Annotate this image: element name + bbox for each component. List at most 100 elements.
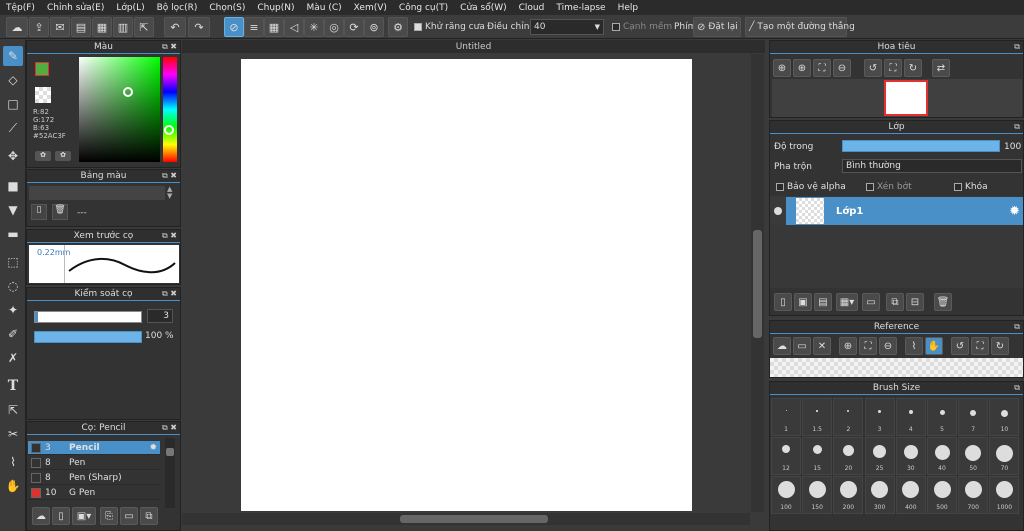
lasso-tool-icon[interactable]: ◌ [3, 276, 23, 296]
menu-layer[interactable]: Lớp(L) [116, 3, 144, 13]
select-rect-tool-icon[interactable]: ⬚ [3, 252, 23, 272]
vertical-scroll-thumb[interactable] [753, 230, 762, 338]
soft-edge-toggle[interactable]: Cạnh mềm [612, 19, 672, 35]
fit-icon[interactable]: ⛶ [813, 59, 831, 77]
palette-mix-icon[interactable]: ✿ [55, 151, 71, 161]
protect-alpha-toggle[interactable]: Bảo vệ alpha [776, 182, 846, 192]
snap-vanish-icon[interactable]: ⊚ [364, 17, 384, 37]
rect-tool-icon[interactable]: □ [3, 94, 23, 114]
brush-size-cell[interactable]: 4 [895, 398, 926, 436]
brush-size-cell[interactable]: 40 [927, 437, 957, 475]
new-layer-3-icon[interactable]: ▤ [814, 293, 832, 311]
fit-screen-icon[interactable]: ⛶ [971, 337, 989, 355]
brush-size-cell[interactable]: 300 [864, 476, 895, 514]
antialias-checkbox[interactable] [414, 23, 422, 31]
copy-brush-icon[interactable]: ⎘ [100, 507, 118, 525]
brush-size-cell[interactable]: 1000 [989, 476, 1020, 514]
rotate-left-icon[interactable]: ↺ [864, 59, 882, 77]
menu-cloud[interactable]: Cloud [519, 3, 545, 13]
snap-off-icon[interactable]: ⊘ [224, 17, 244, 37]
transparent-swatch[interactable] [35, 87, 51, 103]
menu-tools[interactable]: Công cụ(T) [399, 3, 448, 13]
select-eraser-tool-icon[interactable]: ✗ [3, 348, 23, 368]
close-icon[interactable]: ✕ [813, 337, 831, 355]
snap-radial-icon[interactable]: ✳ [304, 17, 324, 37]
menu-edit[interactable]: Chỉnh sửa(E) [47, 3, 104, 13]
gear-icon[interactable]: ✹ [149, 443, 157, 453]
eraser-tool-icon[interactable]: ◇ [3, 70, 23, 90]
cloud-brush-icon[interactable]: ☁ [32, 507, 50, 525]
gear-icon[interactable]: ✹ [1009, 204, 1020, 219]
brush-size-cell[interactable]: 70 [989, 437, 1020, 475]
brush-item[interactable]: 3 Pencil ✹ [28, 441, 160, 455]
panel-float-icon[interactable]: ⧉ [1014, 42, 1020, 52]
menu-help[interactable]: Help [618, 3, 639, 13]
brush-size-cell[interactable]: 30 [895, 437, 926, 475]
horizontal-scroll-thumb[interactable] [400, 515, 548, 523]
rotate-right-icon[interactable]: ↻ [991, 337, 1009, 355]
menu-timelapse[interactable]: Time-lapse [556, 3, 605, 13]
snap-settings-icon[interactable]: ⚙ [388, 17, 408, 37]
folder-icon[interactable]: ▭ [120, 507, 138, 525]
reference-canvas[interactable] [770, 358, 1023, 377]
brush-opacity-slider[interactable] [34, 331, 142, 343]
move-tool-icon[interactable]: ✥ [3, 146, 23, 166]
menu-select[interactable]: Chọn(S) [209, 3, 245, 13]
scroll-thumb[interactable] [166, 448, 174, 456]
clipping-toggle[interactable]: Xén bớt [866, 182, 912, 192]
navigator-preview[interactable] [772, 79, 1022, 117]
divide-tool-icon[interactable]: ✂ [3, 424, 23, 444]
brush-size-cell[interactable]: 700 [958, 476, 989, 514]
panel-close-icon[interactable]: ⧉ ✖ [162, 42, 177, 52]
soft-edge-checkbox[interactable] [612, 23, 620, 31]
foreground-color-swatch[interactable] [35, 62, 49, 76]
snap-grid-icon[interactable]: ▦ [264, 17, 284, 37]
zoom-out-icon[interactable]: ⊖ [879, 337, 897, 355]
fit-screen-icon[interactable]: ⛶ [884, 59, 902, 77]
canvas-tab[interactable]: Untitled [182, 40, 765, 53]
antialias-toggle[interactable]: Khử răng cưa [414, 19, 485, 35]
brush-size-cell[interactable]: 25 [864, 437, 895, 475]
rotate-left-icon[interactable]: ↺ [951, 337, 969, 355]
menu-color[interactable]: Màu (C) [307, 3, 342, 13]
new-layer-icon[interactable]: ▯ [774, 293, 792, 311]
layer-opacity-slider[interactable] [842, 140, 1000, 152]
brush-size-cell[interactable]: 1.5 [802, 398, 833, 436]
brush-add-dropdown-icon[interactable]: ▣▾ [72, 507, 96, 525]
adjust-dropdown[interactable]: 40 ▼ [530, 19, 604, 35]
zoom-in-icon[interactable]: ⊕ [773, 59, 791, 77]
flip-icon[interactable]: ⇄ [932, 59, 950, 77]
snap-perspective-icon[interactable]: ◁ [284, 17, 304, 37]
panel-close-icon[interactable]: ⧉ ✖ [162, 231, 177, 241]
panel-close-icon[interactable]: ⧉ ✖ [162, 171, 177, 181]
redo-icon[interactable]: ↷ [188, 17, 210, 37]
menu-file[interactable]: Tệp(F) [6, 3, 35, 13]
brush-size-cell[interactable]: 50 [958, 437, 989, 475]
snap-parallel-icon[interactable]: ≡ [244, 17, 264, 37]
palette-add-icon[interactable]: ✿ [35, 151, 51, 161]
menu-view[interactable]: Xem(V) [354, 3, 387, 13]
horizontal-scrollbar[interactable] [182, 513, 750, 525]
visibility-column[interactable] [770, 197, 786, 225]
brush-list-scrollbar[interactable] [165, 438, 175, 508]
brush-item[interactable]: 8 Pen [28, 456, 160, 470]
delete-layer-icon[interactable]: 🗑 [934, 293, 952, 311]
select-pen-tool-icon[interactable]: ✐ [3, 324, 23, 344]
hue-slider[interactable] [163, 57, 177, 162]
lock-checkbox[interactable] [954, 183, 962, 191]
panel-float-icon[interactable]: ⧉ [1014, 322, 1020, 332]
new-layer-2-icon[interactable]: ▣ [794, 293, 812, 311]
panel-close-icon[interactable]: ⧉ ✖ [162, 423, 177, 433]
lock-toggle[interactable]: Khóa [954, 182, 988, 192]
new-palette-icon[interactable]: ▯ [31, 204, 47, 220]
brush-size-cell[interactable]: 12 [771, 437, 801, 475]
brush-size-slider[interactable] [34, 311, 142, 323]
panel-float-icon[interactable]: ⧉ [1014, 122, 1020, 132]
menu-window[interactable]: Cửa sổ(W) [460, 3, 506, 13]
brush-item[interactable]: 10 G Pen [28, 486, 160, 500]
navigator-viewport[interactable] [884, 80, 928, 116]
vertical-scrollbar[interactable] [751, 54, 764, 512]
open-folder-icon[interactable]: ▭ [793, 337, 811, 355]
brush-item[interactable]: 8 Pen (Sharp) [28, 471, 160, 485]
picker-cursor[interactable] [123, 87, 133, 97]
